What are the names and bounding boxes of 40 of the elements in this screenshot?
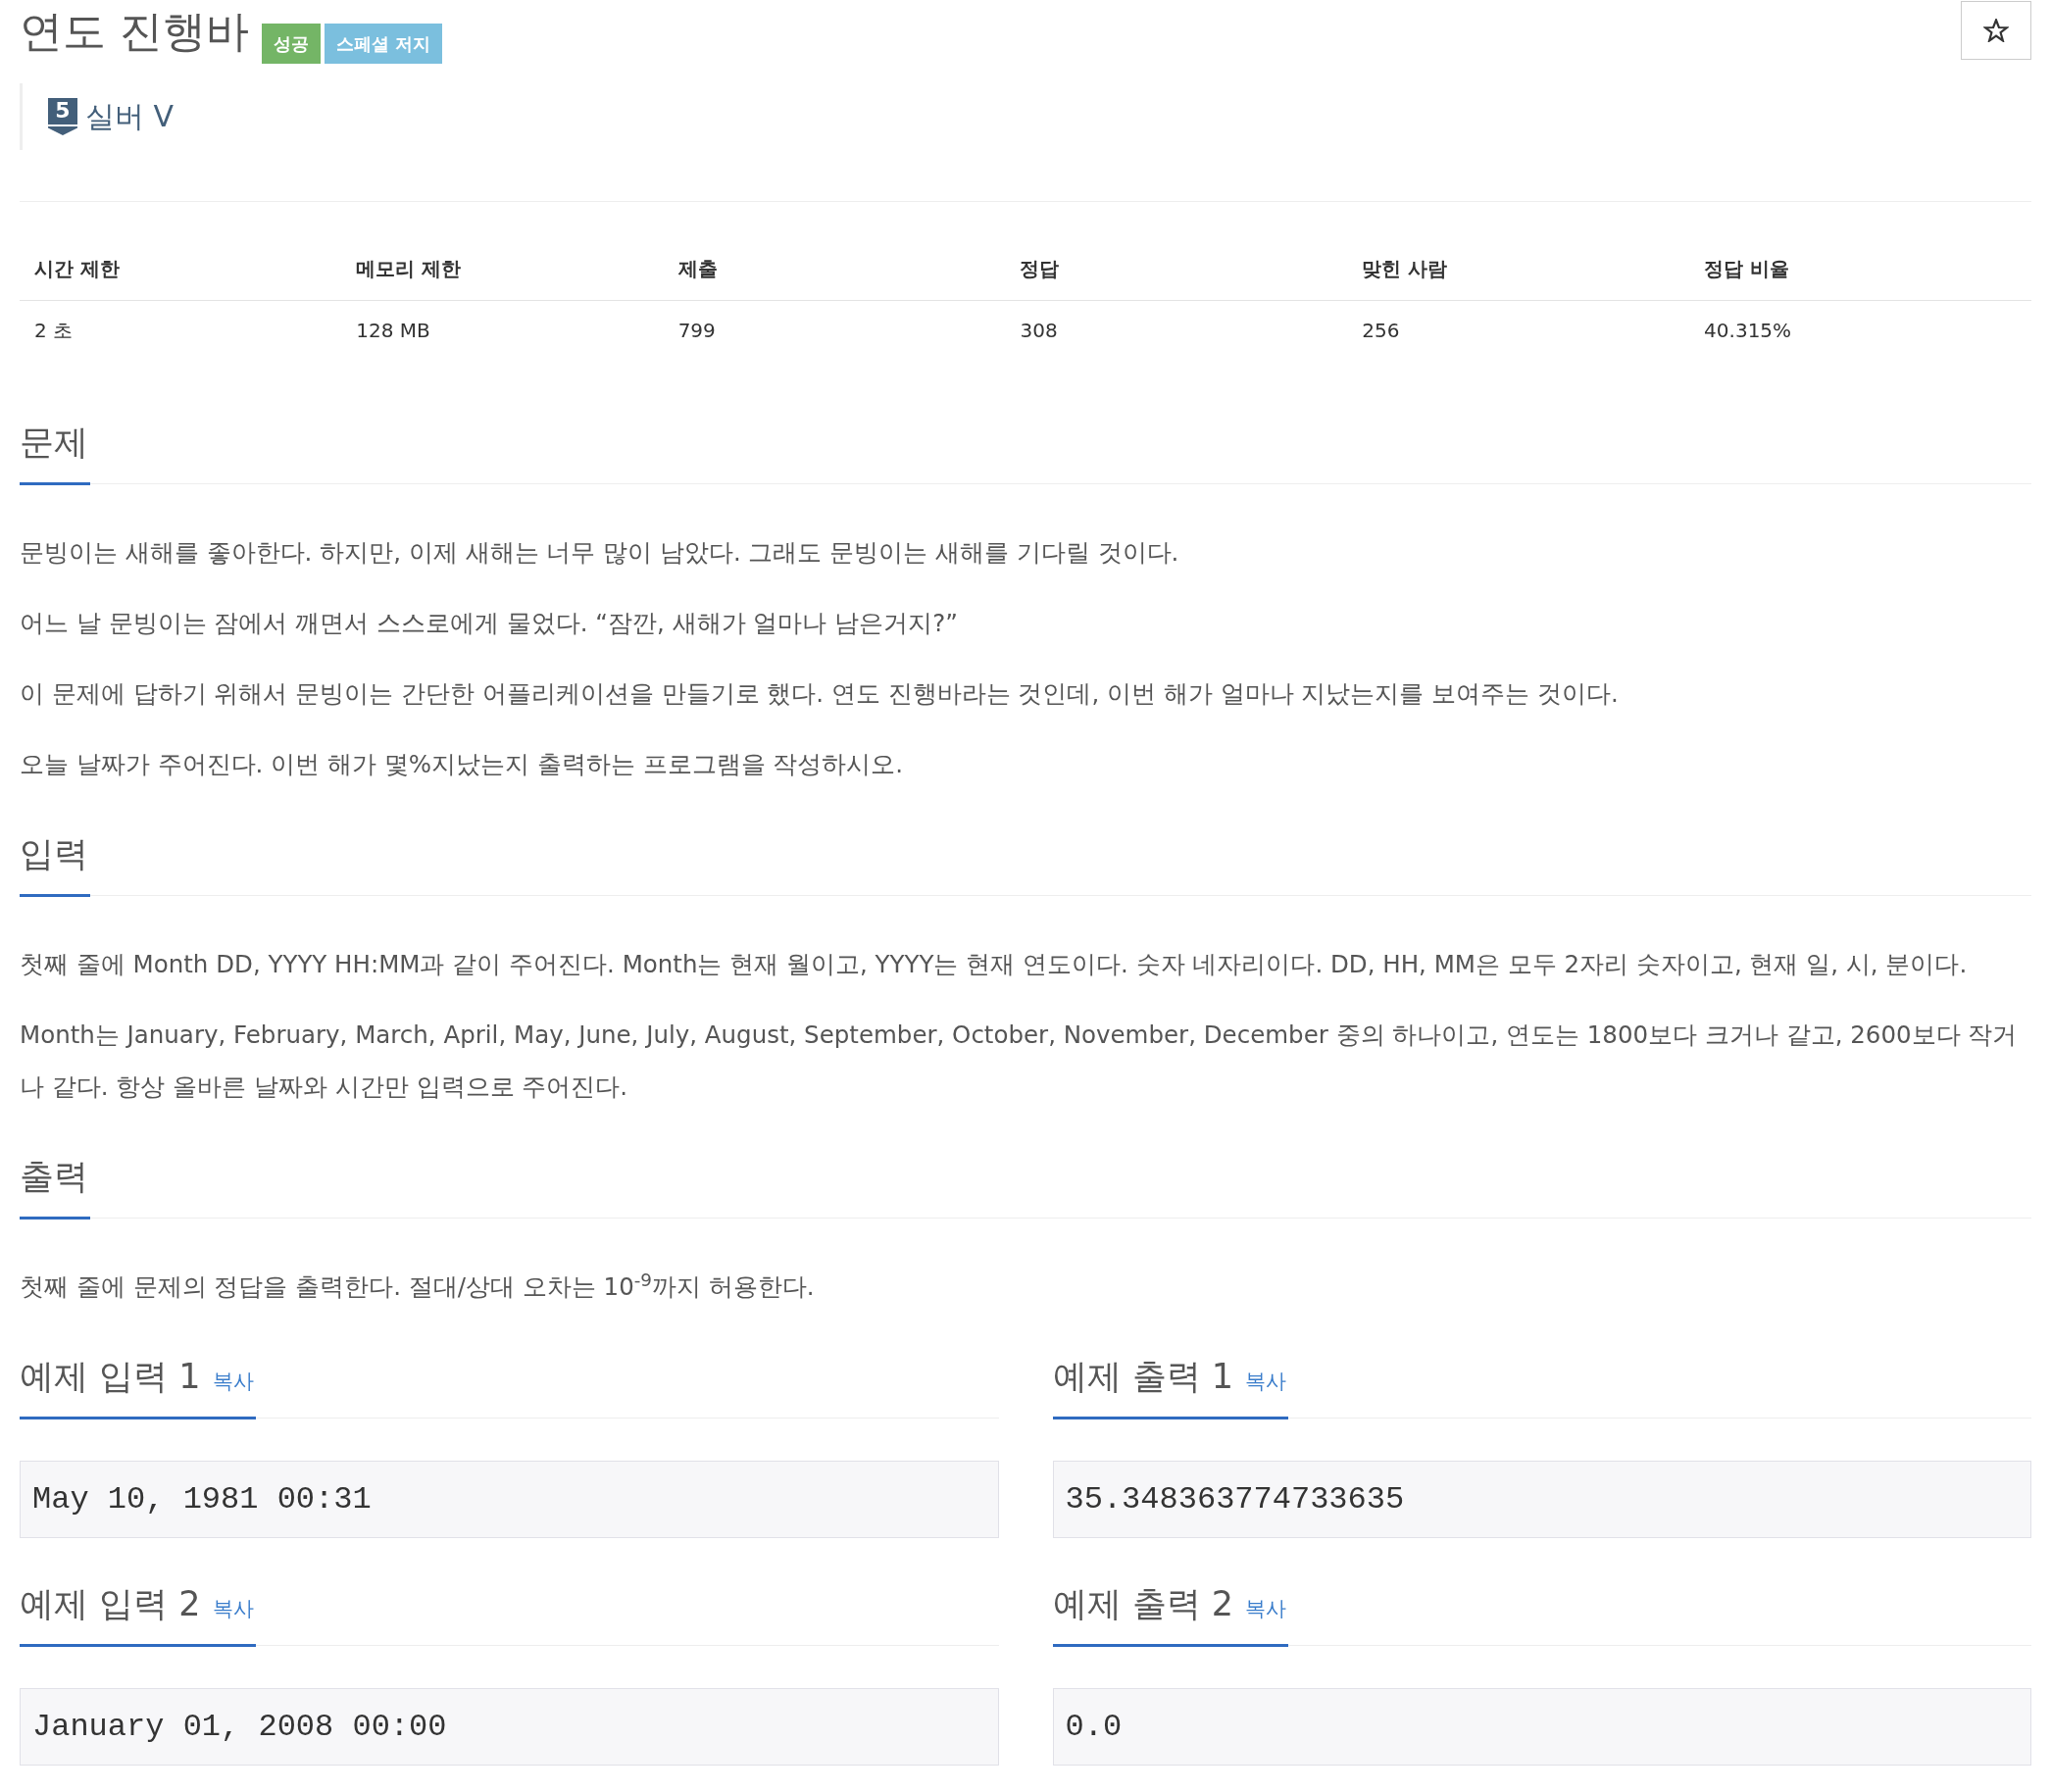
paragraph: Month는 January, February, March, April, May, June, July, August, September, October, November, December 중의 하나이고, 연도는 1800보다 크거나 같고, 2600보다 작거나 같다. 항상 올바른 날짜와 시간만 입력으로 주어진다.: [20, 1020, 2019, 1103]
section-heading: 예제 출력 1: [1052, 1356, 1234, 1398]
section-heading: 예제 입력 2: [20, 1583, 201, 1625]
table-header-cell: 정답 비율: [1689, 237, 2031, 300]
paragraph: 문빙이는 새해를 좋아한다. 하지만, 이제 새해는 너무 많이 남았다. 그래도 문빙이는 새해를 기다릴 것이다.: [20, 537, 1180, 569]
code-block: 35.348363774733635: [1052, 1461, 2031, 1538]
table-header-cell: 메모리 제한: [341, 237, 664, 300]
table-cell: 799: [663, 300, 1006, 361]
table-cell: 2 초: [20, 300, 342, 361]
table-header-cell: 시간 제한: [20, 237, 342, 300]
table-cell: 128 MB: [341, 300, 664, 361]
code-block: 0.0: [1052, 1688, 2031, 1766]
table-header-cell: 제출: [663, 237, 1006, 300]
section-heading: 출력: [20, 1156, 88, 1198]
table-header-cell: 정답: [1005, 237, 1348, 300]
code-block: January 01, 2008 00:00: [20, 1688, 999, 1766]
section-heading: 문제: [20, 422, 88, 464]
paragraph: 첫째 줄에 문제의 정답을 출력한다. 절대/상대 오차는 10$^{-9}$까지 허용한다.: [20, 1268, 816, 1303]
paragraph: 첫째 줄에 Month DD, YYYY HH:MM과 같이 주어진다. Month는 현재 월이고, YYYY는 현재 연도이다. 숫자 네자리이다. DD, HH, MM은 모두 2자리 숫자이고, 현재 일, 시, 분이다.: [20, 949, 1969, 980]
section-heading: 예제 출력 2: [1052, 1583, 1234, 1625]
paragraph: 이 문제에 답하기 위해서 문빙이는 간단한 어플리케이션을 만들기로 했다. 연도 진행바라는 것인데, 이번 해가 얼마나 지났는지를 보여주는 것이다.: [20, 678, 1620, 710]
paragraph: 오늘 날짜가 주어진다. 이번 해가 몇%지났는지 출력하는 프로그램을 작성하시오.: [20, 749, 905, 780]
code-block: May 10, 1981 00:31: [20, 1461, 999, 1538]
paragraph: 어느 날 문빙이는 잠에서 깨면서 스스로에게 물었다. “잠깐, 새해가 얼마나 남은거지?”: [20, 608, 959, 639]
table-cell: 308: [1005, 300, 1348, 361]
copy-link[interactable]: 복사: [212, 1367, 254, 1398]
section-heading: 입력: [20, 833, 88, 875]
table-cell: 40.315%: [1689, 300, 2031, 361]
table-header-cell: 맞힌 사람: [1347, 237, 1690, 300]
star-button[interactable]: [1961, 1, 2031, 60]
tier-name: 실버 V: [85, 98, 175, 135]
copy-link[interactable]: 복사: [1245, 1594, 1287, 1625]
copy-link[interactable]: 복사: [1245, 1367, 1287, 1398]
section-heading: 예제 입력 1: [20, 1356, 201, 1398]
table-cell: 256: [1347, 300, 1690, 361]
status-badge: 스페셜 저지: [325, 24, 443, 64]
copy-link[interactable]: 복사: [212, 1594, 254, 1625]
problem-title: 연도 진행바: [20, 5, 249, 58]
status-badge: 성공: [262, 24, 321, 64]
tier-badge: 5: [48, 98, 77, 135]
